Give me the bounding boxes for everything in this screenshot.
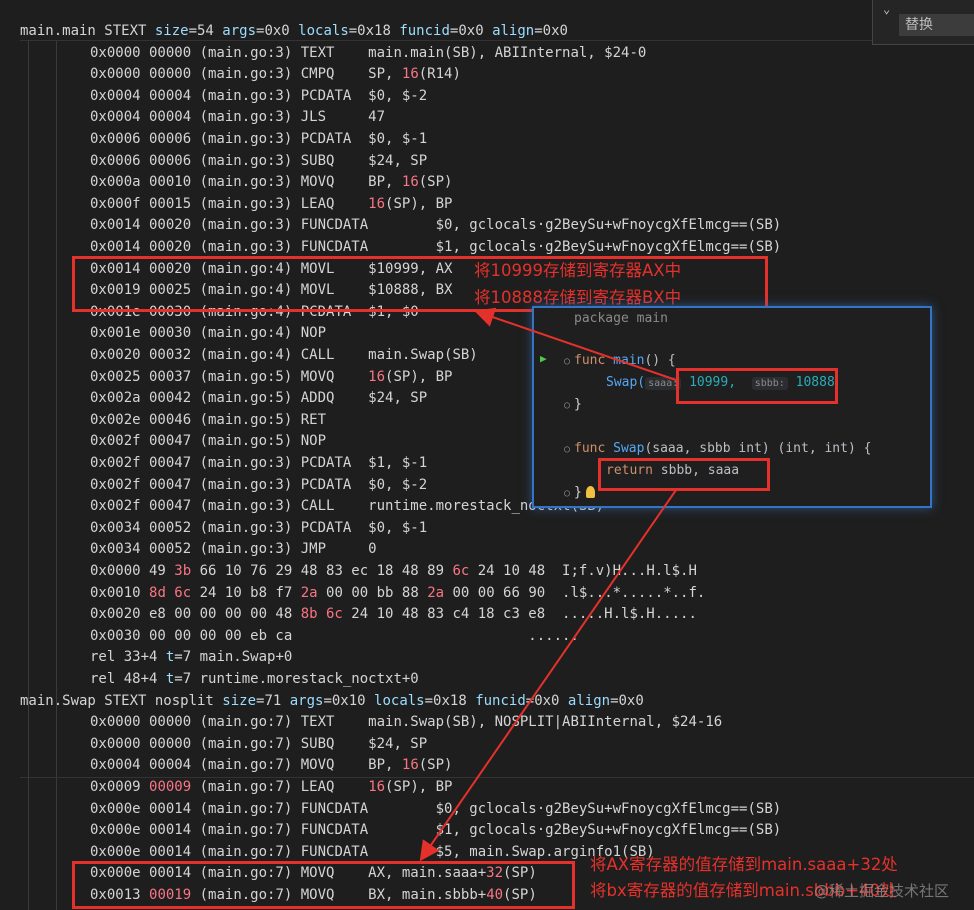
watermark: @稀土掘金技术社区: [814, 882, 950, 900]
annotation-arrows: [419, 307, 677, 862]
arrow-args-to-movl: [474, 307, 677, 381]
arrow-return-to-movq: [419, 489, 677, 862]
